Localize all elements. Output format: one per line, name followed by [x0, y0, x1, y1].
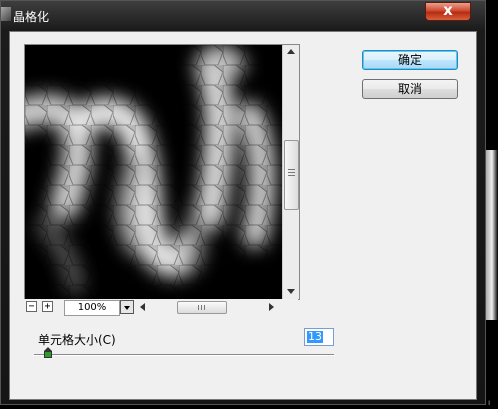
scroll-down-arrow-icon[interactable] — [287, 289, 295, 294]
close-button[interactable]: x — [425, 1, 471, 21]
close-icon: x — [443, 1, 453, 19]
scroll-left-arrow-icon[interactable] — [140, 303, 145, 311]
horizontal-scroll-thumb[interactable] — [177, 301, 227, 314]
dropdown-arrow-icon[interactable] — [120, 300, 134, 314]
cell-size-input[interactable]: 13 — [304, 328, 334, 346]
preview-toolbar: − + 100% — [24, 299, 298, 316]
ok-button[interactable]: 确定 — [362, 50, 458, 70]
crystallize-dialog: 晶格化 x − + 100% 确定 取消 单元格大小(C) 13 — [0, 0, 486, 405]
cancel-button[interactable]: 取消 — [362, 79, 458, 99]
vertical-scroll-thumb[interactable] — [284, 140, 299, 210]
zoom-out-button[interactable]: − — [26, 301, 37, 312]
corner-mark: ı — [488, 398, 491, 407]
cell-size-slider-track[interactable] — [34, 354, 334, 355]
scroll-up-arrow-icon[interactable] — [287, 49, 295, 54]
app-icon — [1, 7, 11, 21]
slider-thumb-icon[interactable] — [44, 347, 52, 358]
cell-size-value: 13 — [307, 330, 323, 343]
dialog-title: 晶格化 — [13, 10, 50, 24]
title-bar[interactable]: 晶格化 x — [1, 1, 485, 31]
dialog-client-area: − + 100% 确定 取消 单元格大小(C) 13 — [9, 31, 477, 400]
preview-vertical-scrollbar[interactable] — [282, 45, 299, 299]
zoom-level-field[interactable]: 100% — [64, 300, 120, 316]
filter-preview — [24, 44, 300, 300]
zoom-in-button[interactable]: + — [42, 301, 53, 312]
scroll-right-arrow-icon[interactable] — [269, 303, 274, 311]
preview-image[interactable] — [25, 45, 282, 299]
background-right-glow — [486, 150, 498, 320]
cell-size-label: 单元格大小(C) — [38, 333, 116, 347]
crystallized-preview-graphic — [25, 45, 282, 299]
